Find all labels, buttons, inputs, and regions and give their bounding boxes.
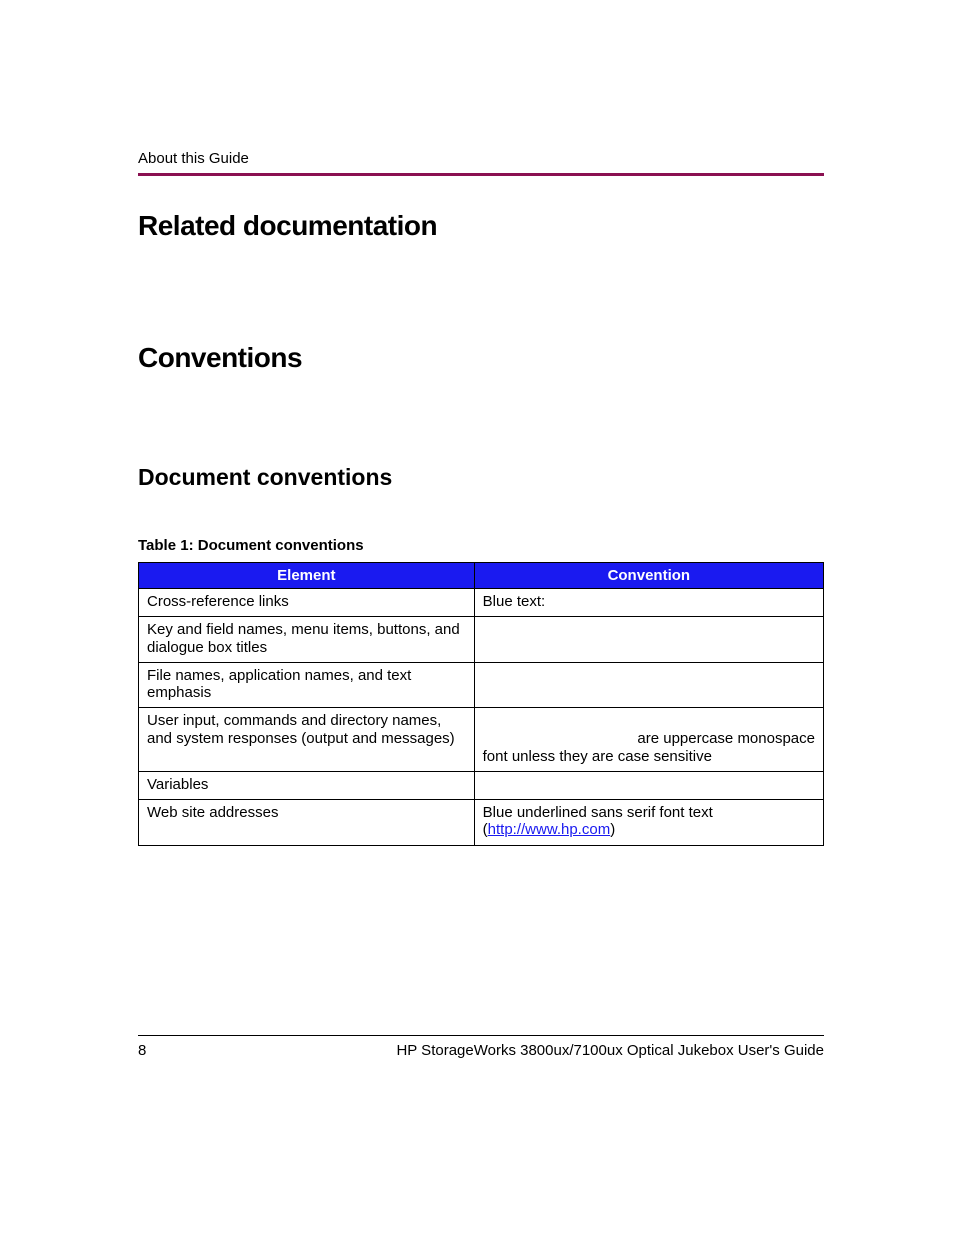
- running-header: About this Guide: [138, 150, 824, 167]
- cell-element: Cross-reference links: [139, 589, 475, 617]
- heading-related-documentation: Related documentation: [138, 210, 824, 242]
- heading-conventions: Conventions: [138, 342, 824, 374]
- table-header-row: Element Convention: [139, 563, 824, 589]
- table-row: Variables: [139, 771, 824, 799]
- page-footer: 8 HP StorageWorks 3800ux/7100ux Optical …: [138, 1035, 824, 1059]
- table-row: Key and field names, menu items, buttons…: [139, 617, 824, 663]
- footer-divider: [138, 1035, 824, 1036]
- cell-convention: Blue underlined sans serif font text (ht…: [474, 800, 823, 846]
- cell-convention: [474, 662, 823, 708]
- cell-element: Variables: [139, 771, 475, 799]
- convention-line2: font unless they are case sensitive: [483, 748, 712, 765]
- document-page: About this Guide Related documentation C…: [0, 0, 954, 1235]
- table-row: Web site addresses Blue underlined sans …: [139, 800, 824, 846]
- cell-convention: are uppercase monospace font unless they…: [474, 708, 823, 772]
- web-link[interactable]: http://www.hp.com: [488, 821, 611, 838]
- table-caption: Table 1: Document conventions: [138, 537, 824, 554]
- cell-element: File names, application names, and text …: [139, 662, 475, 708]
- table-row: User input, commands and directory names…: [139, 708, 824, 772]
- table-row: Cross-reference links Blue text:: [139, 589, 824, 617]
- cell-convention: [474, 617, 823, 663]
- footer-doc-title: HP StorageWorks 3800ux/7100ux Optical Ju…: [396, 1042, 824, 1059]
- heading-document-conventions: Document conventions: [138, 464, 824, 491]
- convention-line1: are uppercase monospace: [483, 730, 815, 747]
- page-number: 8: [138, 1042, 146, 1059]
- cell-convention: [474, 771, 823, 799]
- convention-suffix: ): [610, 821, 615, 838]
- cell-convention: Blue text:: [474, 589, 823, 617]
- col-header-element: Element: [139, 563, 475, 589]
- cell-element: User input, commands and directory names…: [139, 708, 475, 772]
- table-row: File names, application names, and text …: [139, 662, 824, 708]
- conventions-table: Element Convention Cross-reference links…: [138, 562, 824, 846]
- cell-element: Web site addresses: [139, 800, 475, 846]
- cell-element: Key and field names, menu items, buttons…: [139, 617, 475, 663]
- header-divider: [138, 173, 824, 176]
- col-header-convention: Convention: [474, 563, 823, 589]
